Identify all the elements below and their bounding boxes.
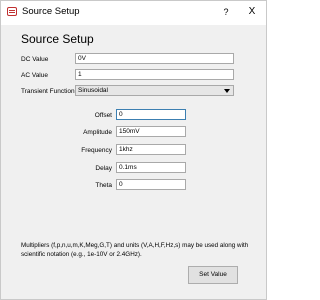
offset-field[interactable]: 0 — [116, 109, 186, 120]
delay-field[interactable]: 0.1ms — [116, 162, 186, 173]
frequency-field[interactable]: 1khz — [116, 144, 186, 155]
units-help-text: Multipliers (f,p,n,u,m,K,Meg,G,T) and un… — [21, 242, 249, 258]
theta-field[interactable]: 0 — [116, 179, 186, 190]
theta-label: Theta — [95, 182, 112, 189]
dialog-heading: Source Setup — [21, 32, 94, 46]
ac-value-label: AC Value — [21, 72, 48, 79]
source-setup-dialog: Source Setup ? X Source Setup DC Value 0… — [0, 0, 267, 300]
chevron-down-icon — [224, 89, 230, 93]
app-icon — [7, 7, 17, 16]
dc-value-label: DC Value — [21, 56, 49, 63]
transient-function-value: Sinusoidal — [78, 87, 108, 94]
set-value-button[interactable]: Set Value — [188, 266, 238, 284]
offset-label: Offset — [94, 112, 112, 119]
title-bar: Source Setup ? X — [1, 1, 266, 25]
dc-value-field[interactable]: 0V — [75, 53, 234, 64]
transient-function-select[interactable]: Sinusoidal — [75, 85, 234, 96]
close-icon[interactable]: X — [245, 5, 259, 19]
window-title: Source Setup — [22, 6, 80, 17]
delay-label: Delay — [95, 165, 112, 172]
transient-function-label: Transient Function — [21, 88, 75, 95]
frequency-label: Frequency — [81, 147, 112, 154]
help-button[interactable]: ? — [219, 5, 233, 19]
ac-value-field[interactable]: 1 — [75, 69, 234, 80]
amplitude-field[interactable]: 150mV — [116, 126, 186, 137]
amplitude-label: Amplitude — [83, 129, 112, 136]
